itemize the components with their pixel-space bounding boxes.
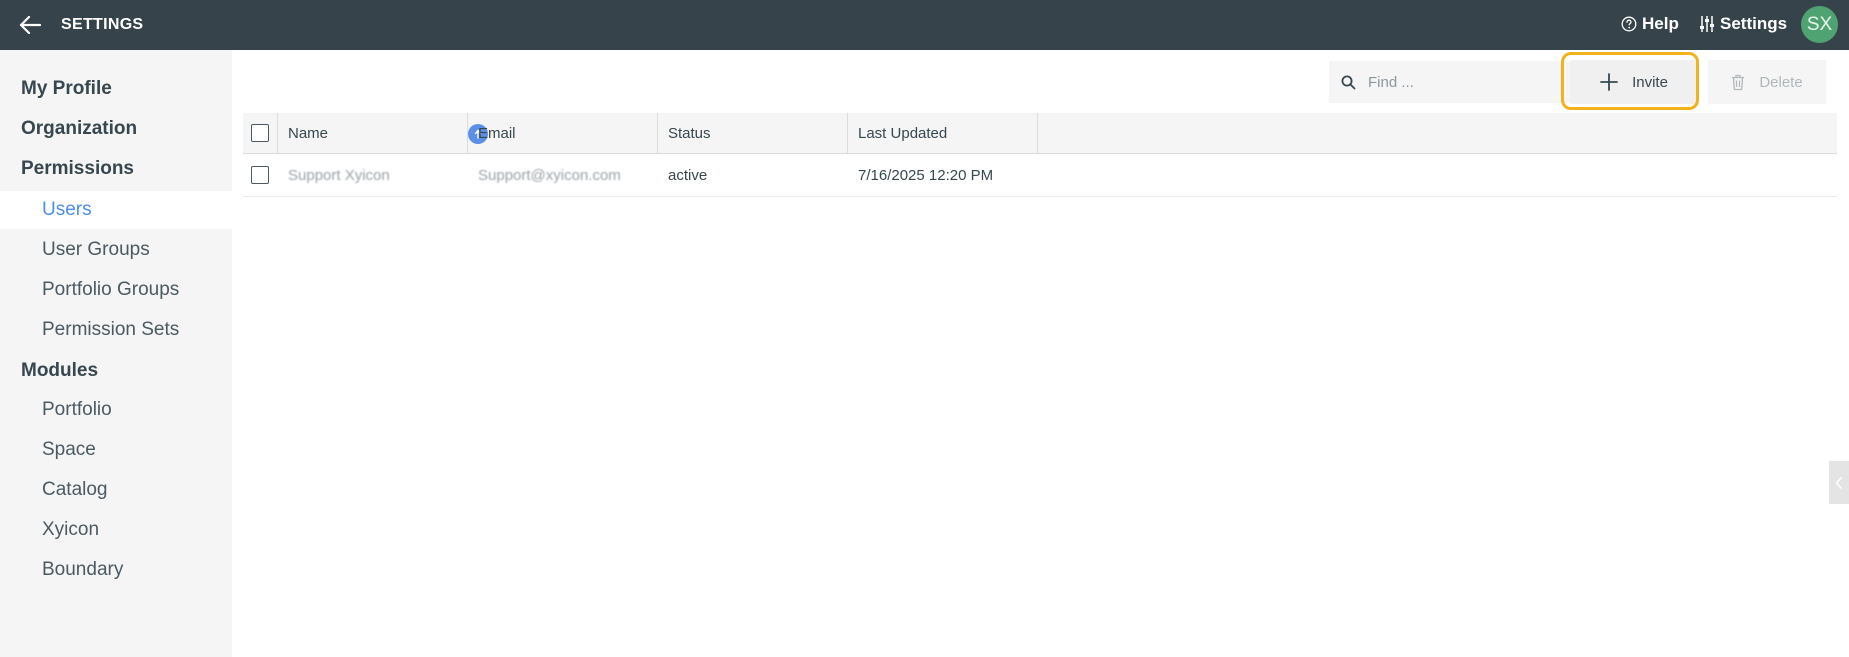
row-checkbox[interactable] [251,166,269,184]
table-header: Name Email Status Last Updated [243,113,1837,154]
sidebar-section-modules[interactable]: Modules [21,360,98,382]
column-header-status[interactable]: Status [658,113,848,153]
column-header-email[interactable]: Email [468,113,658,153]
panel-toggle-handle[interactable] [1829,461,1849,504]
sidebar-item-users[interactable]: Users [0,191,232,229]
sidebar-item-permission-sets[interactable]: Permission Sets [0,311,232,349]
cell-status: active [658,154,848,196]
help-label: Help [1642,14,1679,33]
user-avatar[interactable]: SX [1801,6,1838,43]
select-all-checkbox[interactable] [251,124,269,142]
cell-name: Support Xyicon [278,154,468,196]
search-box[interactable] [1329,61,1572,103]
trash-icon [1732,74,1745,90]
sidebar-item-portfolio-groups[interactable]: Portfolio Groups [0,271,232,309]
sidebar-item-boundary[interactable]: Boundary [0,551,232,589]
invite-button[interactable]: Invite [1570,60,1698,104]
column-header-email-label: Email [478,124,516,142]
user-email: Support@xyicon.com [478,166,621,184]
sidebar-section-permissions[interactable]: Permissions [21,158,134,180]
top-bar: SETTINGS Help Settings SX [0,0,1849,50]
column-header-name-label: Name [288,124,329,142]
user-status: active [668,166,708,184]
user-last-updated: 7/16/2025 12:20 PM [858,166,994,184]
column-header-status-label: Status [668,124,711,142]
chevron-left-icon [1835,476,1842,489]
sidebar-item-xyicon[interactable]: Xyicon [0,511,232,549]
user-name: Support Xyicon [288,166,390,184]
sidebar-item-space[interactable]: Space [0,431,232,469]
table-row[interactable]: Support Xyicon Support@xyicon.com active… [243,154,1837,197]
sliders-icon [1700,16,1714,32]
arrow-left-icon [19,16,41,34]
back-button[interactable] [14,10,46,40]
column-header-last-updated[interactable]: Last Updated [848,113,1038,153]
search-input[interactable] [1368,73,1558,91]
page-title: SETTINGS [61,16,144,33]
sidebar-section-organization[interactable]: Organization [21,118,137,140]
sidebar-item-portfolio[interactable]: Portfolio [0,391,232,429]
help-circle-icon [1621,16,1637,32]
help-link[interactable]: Help [1621,14,1679,34]
column-header-name[interactable]: Name [278,113,488,153]
sidebar-item-user-groups[interactable]: User Groups [0,231,232,269]
sidebar: My Profile Organization Permissions User… [0,50,232,657]
avatar-initials: SX [1806,13,1833,35]
settings-label: Settings [1720,14,1788,33]
header-checkbox-cell [243,113,278,153]
invite-label: Invite [1632,73,1668,91]
search-icon [1341,75,1356,89]
settings-link[interactable]: Settings [1699,14,1787,34]
column-header-last-updated-label: Last Updated [858,124,948,142]
cell-email: Support@xyicon.com [468,154,658,196]
delete-button[interactable]: Delete [1708,60,1826,104]
cell-last-updated: 7/16/2025 12:20 PM [848,154,1068,196]
plus-icon [1600,73,1618,91]
users-table: Name Email Status Last Updated Support X… [243,113,1837,197]
sidebar-item-catalog[interactable]: Catalog [0,471,232,509]
sidebar-section-my-profile[interactable]: My Profile [21,78,112,100]
delete-label: Delete [1759,73,1803,91]
row-checkbox-cell [243,154,278,196]
